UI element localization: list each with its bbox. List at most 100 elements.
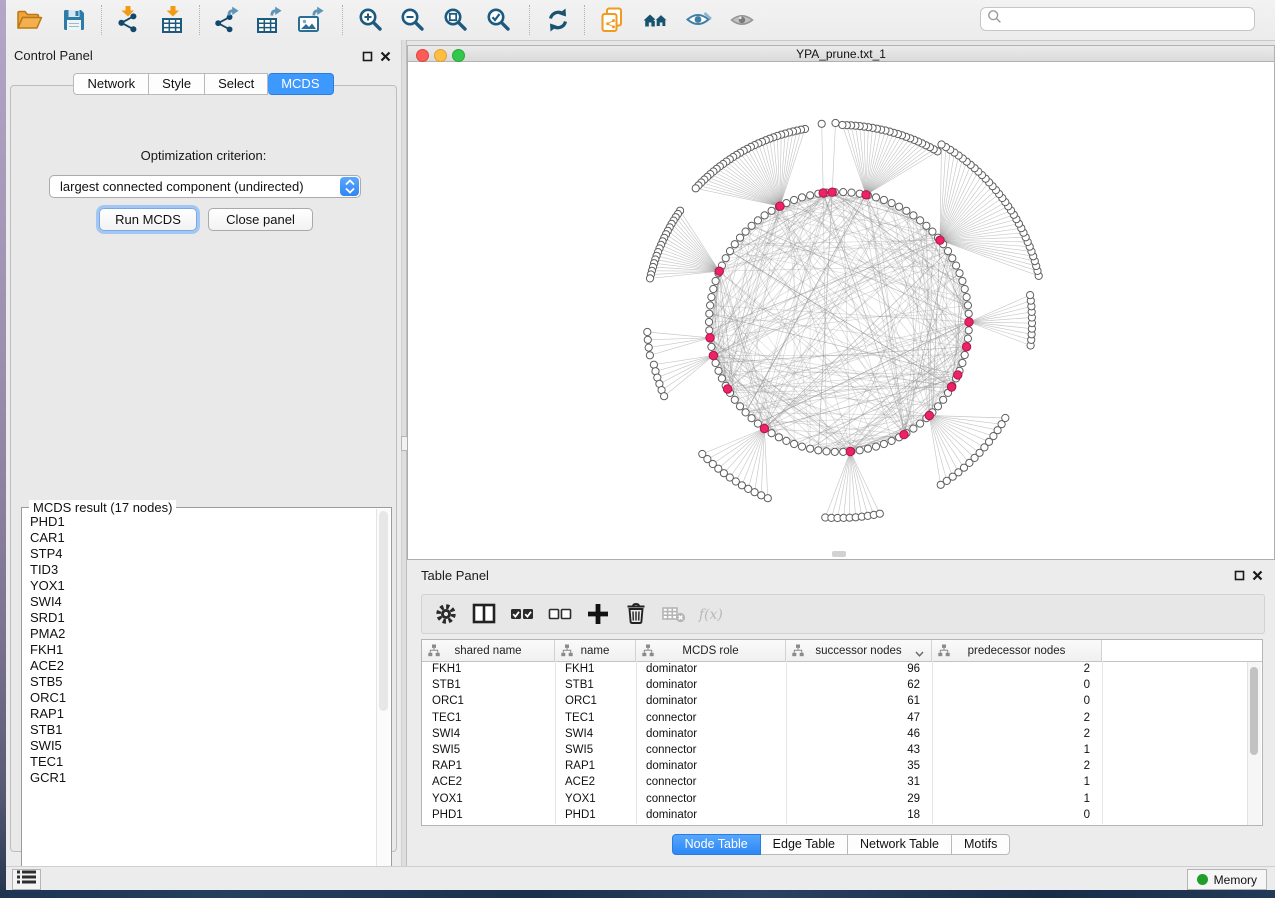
export-table-icon[interactable] [254,5,284,35]
graph-node[interactable] [961,285,968,292]
graph-node[interactable] [964,302,971,309]
import-network-icon[interactable] [113,5,143,35]
zoom-out-icon[interactable] [398,5,428,35]
mcds-result-node[interactable]: STB1 [23,722,375,738]
graph-mcds-node[interactable] [900,430,908,438]
mcds-result-node[interactable]: RAP1 [23,706,375,722]
graph-mcds-node[interactable] [723,385,731,393]
graph-node[interactable] [961,351,968,358]
graph-leaf-node[interactable] [1002,414,1009,421]
column-header-MCDS-role[interactable]: MCDS role [636,640,786,661]
graph-node[interactable] [923,222,930,229]
table-scrollbar-thumb[interactable] [1250,667,1258,755]
graph-leaf-node[interactable] [876,510,883,517]
graph-node[interactable] [706,310,713,317]
save-session-icon[interactable] [59,5,89,35]
criterion-dropdown[interactable]: largest connected component (undirected) [49,175,361,198]
mcds-result-node[interactable]: STB5 [23,674,375,690]
column-header-shared-name[interactable]: shared name [422,640,555,661]
graph-node[interactable] [712,277,719,284]
graph-node[interactable] [888,200,895,207]
mcds-result-node[interactable]: YOX1 [23,578,375,594]
mcds-result-node[interactable]: FKH1 [23,642,375,658]
graph-node[interactable] [872,443,879,450]
canvas-splitter-thumb[interactable] [832,551,846,557]
graph-node[interactable] [768,207,775,214]
graph-node[interactable] [783,437,790,444]
task-history-button[interactable] [12,869,41,890]
graph-node[interactable] [736,403,743,410]
table-row[interactable]: ORC1ORC1dominator610 [422,693,1262,709]
graph-node[interactable] [742,409,749,416]
graph-leaf-node[interactable] [646,275,653,282]
table-row[interactable]: STB1STB1dominator620 [422,677,1262,693]
graph-node[interactable] [768,430,775,437]
graph-node[interactable] [731,396,738,403]
graph-mcds-node[interactable] [715,267,723,275]
graph-node[interactable] [910,212,917,219]
graph-leaf-node[interactable] [645,344,652,351]
graph-node[interactable] [736,234,743,241]
close-panel-icon[interactable] [380,49,391,67]
zoom-fit-icon[interactable] [441,5,471,35]
table-tab-edge-table[interactable]: Edge Table [761,834,848,855]
hide-visibility-icon[interactable] [684,5,714,35]
graph-leaf-node[interactable] [938,141,945,148]
graph-node[interactable] [798,194,805,201]
table-tab-node-table[interactable]: Node Table [672,834,761,855]
close-table-panel-icon[interactable] [1252,568,1263,586]
graph-node[interactable] [872,194,879,201]
graph-node[interactable] [791,196,798,203]
select-all-icon[interactable] [508,600,536,628]
graph-node[interactable] [715,367,722,374]
mcds-result-node[interactable]: ORC1 [23,690,375,706]
run-mcds-button[interactable]: Run MCDS [99,208,197,231]
graph-node[interactable] [807,445,814,452]
table-row[interactable]: FKH1FKH1dominator962 [422,661,1262,677]
graph-mcds-node[interactable] [954,371,962,379]
graph-leaf-node[interactable] [1027,292,1034,299]
result-scrollbar[interactable] [376,509,390,867]
graph-node[interactable] [959,359,966,366]
table-tab-motifs[interactable]: Motifs [952,834,1010,855]
graph-mcds-node[interactable] [862,191,870,199]
zoom-selected-icon[interactable] [484,5,514,35]
zoom-in-icon[interactable] [356,5,386,35]
graph-mcds-node[interactable] [776,202,784,210]
graph-mcds-node[interactable] [760,424,768,432]
table-scrollbar[interactable] [1247,662,1261,825]
graph-node[interactable] [823,448,830,455]
network-graph[interactable] [408,62,1274,558]
graph-mcds-node[interactable] [947,383,955,391]
graph-node[interactable] [965,310,972,317]
mcds-result-node[interactable]: ACE2 [23,658,375,674]
add-column-icon[interactable] [584,600,612,628]
control-panel-tab-network[interactable]: Network [73,73,149,95]
graph-node[interactable] [712,359,719,366]
graph-node[interactable] [807,192,814,199]
graph-node[interactable] [831,448,838,455]
split-panel-icon[interactable] [470,600,498,628]
graph-node[interactable] [748,222,755,229]
graph-leaf-node[interactable] [644,328,651,335]
mcds-result-node[interactable]: PMA2 [23,626,375,642]
refresh-icon[interactable] [543,5,573,35]
table-row[interactable]: ACE2ACE2connector311 [422,774,1262,790]
graph-mcds-node[interactable] [846,447,854,455]
graph-node[interactable] [917,217,924,224]
control-panel-tab-style[interactable]: Style [149,73,205,95]
graph-node[interactable] [965,327,972,334]
search-box[interactable] [980,7,1255,31]
graph-node[interactable] [896,203,903,210]
graph-mcds-node[interactable] [706,334,714,342]
graph-node[interactable] [880,440,887,447]
close-panel-button[interactable]: Close panel [208,208,313,231]
mcds-result-node[interactable]: SWI5 [23,738,375,754]
graph-leaf-node[interactable] [764,495,771,502]
export-network-icon[interactable] [211,5,241,35]
graph-node[interactable] [791,440,798,447]
graph-mcds-node[interactable] [828,188,836,196]
mcds-result-node[interactable]: TID3 [23,562,375,578]
mcds-result-node[interactable]: STP4 [23,546,375,562]
float-panel-icon[interactable] [362,49,373,67]
